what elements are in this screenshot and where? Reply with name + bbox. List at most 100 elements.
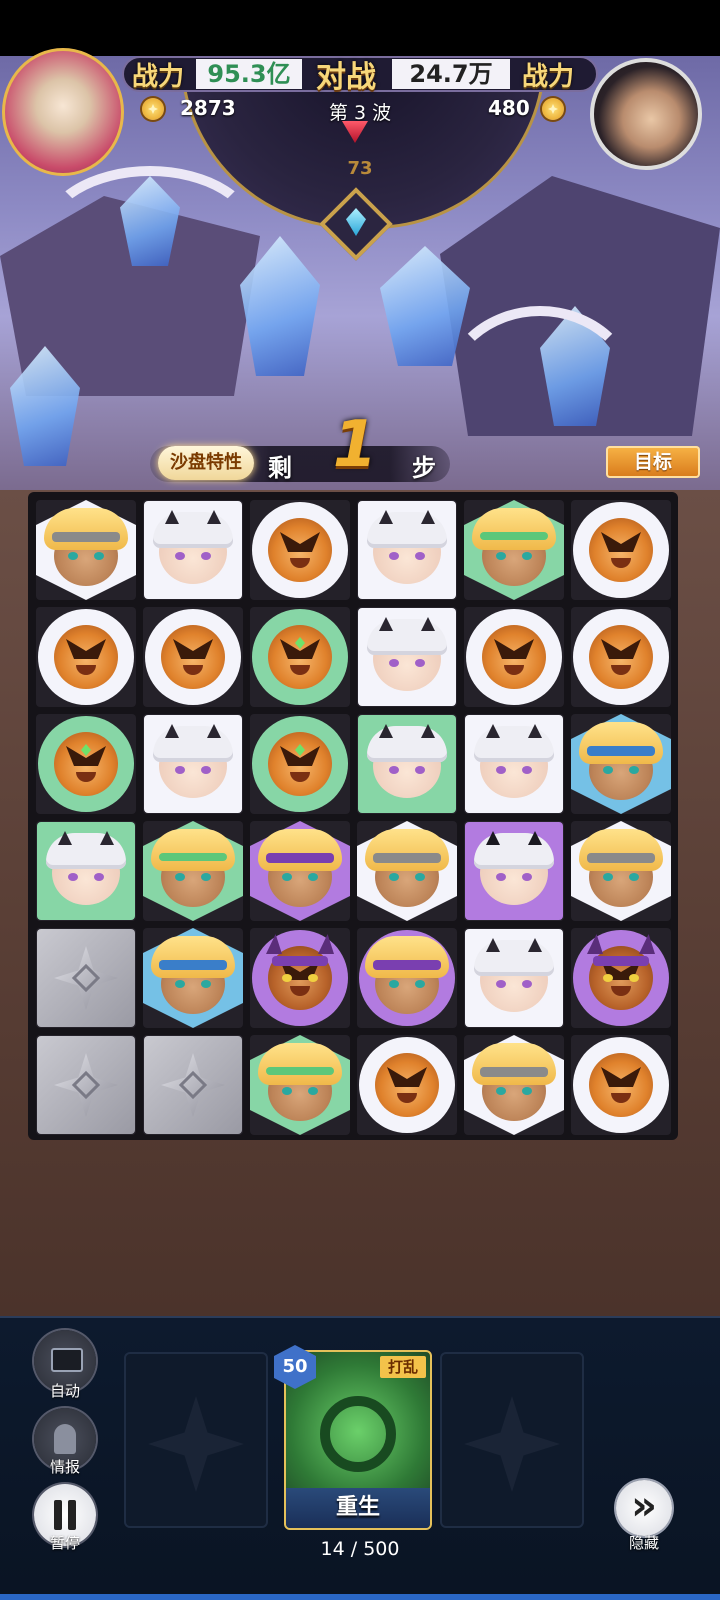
opponent-avatar[interactable] — [590, 58, 702, 170]
hide-label: 隐藏 — [628, 1534, 659, 1552]
grid-cell[interactable] — [250, 607, 350, 707]
tile — [571, 500, 671, 600]
tile — [143, 714, 243, 814]
grid-cell[interactable] — [571, 1035, 671, 1135]
left-power-value: 95.3亿 — [196, 59, 302, 89]
grid-cell[interactable] — [464, 714, 564, 814]
steps-suffix: 步 — [412, 454, 436, 482]
info-label: 情报 — [49, 1458, 80, 1476]
grid-cell[interactable] — [143, 714, 243, 814]
grid-cell[interactable] — [464, 821, 564, 921]
tile — [464, 500, 564, 600]
sandbox-trait-button[interactable]: 沙盘特性 — [158, 446, 254, 480]
tile — [36, 928, 136, 1028]
grid-cell[interactable] — [36, 1035, 136, 1135]
grid-cell[interactable] — [36, 928, 136, 1028]
bottom-accent-bar — [0, 1594, 720, 1600]
tile — [571, 821, 671, 921]
tile — [357, 928, 457, 1028]
grid-cell[interactable] — [571, 714, 671, 814]
monkey-face-icon — [571, 607, 671, 707]
monkey-face-icon — [250, 500, 350, 600]
tile — [571, 1035, 671, 1135]
grid-cell[interactable] — [571, 928, 671, 1028]
grid-cell[interactable] — [143, 607, 243, 707]
left-coin-count: 2873 — [180, 96, 236, 120]
goldband-hero-icon — [36, 500, 136, 600]
empty-slot-icon — [148, 1396, 244, 1492]
monkey-face-icon — [36, 714, 136, 814]
match-grid — [28, 492, 678, 1140]
grid-cell[interactable] — [357, 821, 457, 921]
goldgreen-hero-icon — [143, 821, 243, 921]
progress-counter: 14 / 500 — [320, 1538, 400, 1560]
right-coin-count: 480 — [488, 96, 530, 120]
tile — [357, 1035, 457, 1135]
grid-cell[interactable] — [571, 607, 671, 707]
grid-cell[interactable] — [357, 1035, 457, 1135]
horn-girl-icon — [464, 928, 564, 1028]
grid-cell[interactable] — [357, 714, 457, 814]
grid-cell[interactable] — [571, 821, 671, 921]
hide-button[interactable] — [616, 1480, 672, 1536]
skill-slot-empty[interactable] — [440, 1352, 584, 1528]
grid-cell[interactable] — [36, 821, 136, 921]
grid-cell[interactable] — [357, 500, 457, 600]
goldband-hero-icon — [464, 1035, 564, 1135]
auto-label: 自动 — [49, 1382, 80, 1400]
tile — [571, 714, 671, 814]
tile — [357, 500, 457, 600]
grid-cell[interactable] — [36, 500, 136, 600]
grid-cell[interactable] — [464, 500, 564, 600]
grid-cell[interactable] — [250, 714, 350, 814]
monkey-face-icon — [357, 1035, 457, 1135]
tile — [143, 1035, 243, 1135]
tile — [143, 821, 243, 921]
horn-girl-icon — [143, 714, 243, 814]
grid-cell[interactable] — [250, 821, 350, 921]
tile — [464, 821, 564, 921]
grid-cell[interactable] — [143, 928, 243, 1028]
grid-cell[interactable] — [36, 607, 136, 707]
grid-cell[interactable] — [571, 500, 671, 600]
tile — [36, 607, 136, 707]
tile — [36, 500, 136, 600]
grid-cell[interactable] — [36, 714, 136, 814]
grid-cell[interactable] — [143, 821, 243, 921]
grid-cell[interactable] — [464, 928, 564, 1028]
goldgreen-hero-icon — [250, 1035, 350, 1135]
tile — [464, 714, 564, 814]
pause-icon — [54, 1500, 62, 1530]
tile — [250, 500, 350, 600]
grid-cell[interactable] — [143, 1035, 243, 1135]
grid-cell[interactable] — [250, 1035, 350, 1135]
tile — [143, 928, 243, 1028]
steps-remaining: 1 — [332, 408, 378, 482]
goldpurple-hero-icon — [357, 928, 457, 1028]
player-avatar[interactable] — [2, 48, 124, 176]
tile — [250, 1035, 350, 1135]
grid-cell[interactable] — [464, 1035, 564, 1135]
game-screen: 战力 95.3亿 对战 24.7万 战力 2873 480 第 3 波 73 沙… — [0, 0, 720, 1600]
monkey-face-icon — [571, 1035, 671, 1135]
grid-cell[interactable] — [250, 500, 350, 600]
goldpurple-hero-icon — [250, 821, 350, 921]
target-button[interactable]: 目标 — [606, 446, 700, 478]
monkey-face-icon — [36, 607, 136, 707]
blueband-hero-icon — [571, 714, 671, 814]
blueband-hero-icon — [143, 928, 243, 1028]
pause-icon — [68, 1500, 76, 1530]
tile — [464, 1035, 564, 1135]
grid-cell[interactable] — [250, 928, 350, 1028]
grid-cell[interactable] — [357, 928, 457, 1028]
skill-slot-empty[interactable] — [124, 1352, 268, 1528]
empty-slot-icon — [464, 1396, 560, 1492]
monkey-face-icon — [143, 607, 243, 707]
grid-cell[interactable] — [357, 607, 457, 707]
right-power-label: 战力 — [522, 62, 575, 92]
tile — [464, 607, 564, 707]
pause-label: 暂停 — [49, 1534, 80, 1552]
grid-cell[interactable] — [143, 500, 243, 600]
grid-cell[interactable] — [464, 607, 564, 707]
goldband-hero-icon — [357, 821, 457, 921]
